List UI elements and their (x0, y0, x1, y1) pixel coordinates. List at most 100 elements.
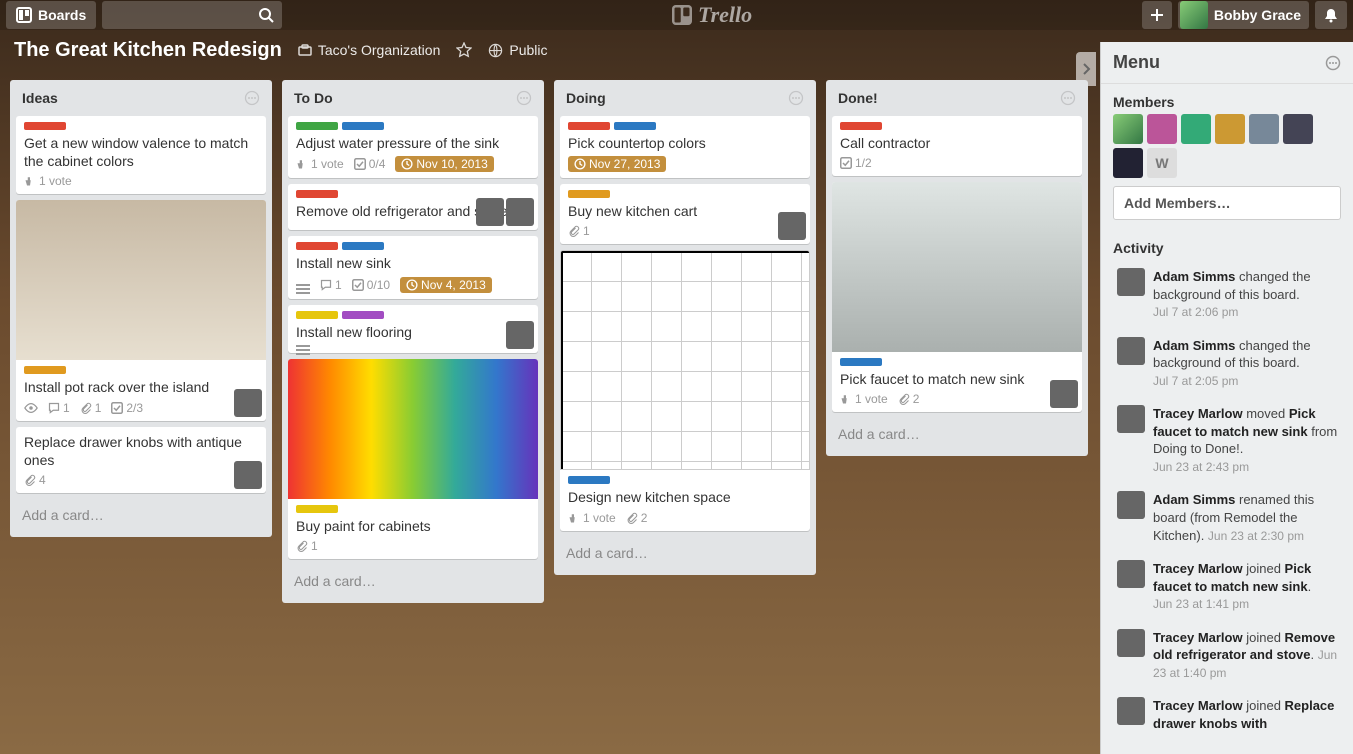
members-heading: Members (1101, 84, 1353, 114)
attachments-badge: 4 (24, 473, 46, 487)
member-avatar[interactable] (1113, 148, 1143, 178)
card[interactable]: Remove old refrigerator and stove (288, 184, 538, 230)
boards-icon (16, 7, 32, 23)
card[interactable]: Pick countertop colors Nov 27, 2013 (560, 116, 810, 178)
search-icon (258, 7, 274, 23)
member-avatar[interactable] (778, 212, 806, 240)
star-icon (456, 42, 472, 58)
activity-avatar (1117, 629, 1145, 657)
org-link[interactable]: Taco's Organization (298, 42, 441, 58)
list-header[interactable]: Doing (560, 86, 810, 110)
board-canvas[interactable]: Ideas Get a new window valence to match t… (0, 80, 1100, 754)
card[interactable]: Buy new kitchen cart 1 (560, 184, 810, 244)
label-red (296, 242, 338, 250)
attachments-badge: 2 (626, 511, 648, 525)
list-menu-icon[interactable] (788, 90, 804, 106)
card-title: Buy paint for cabinets (296, 517, 530, 535)
add-members-button[interactable]: Add Members… (1113, 186, 1341, 220)
card[interactable]: Pick faucet to match new sink 1 vote 2 (832, 182, 1082, 412)
member-avatar[interactable] (476, 198, 504, 226)
boards-button[interactable]: Boards (6, 1, 96, 29)
bell-icon (1323, 7, 1339, 23)
add-card-button[interactable]: Add a card… (832, 418, 1082, 450)
star-button[interactable] (456, 42, 472, 58)
member-avatar-initial[interactable]: W (1147, 148, 1177, 178)
card[interactable]: Get a new window valence to match the ca… (16, 116, 266, 194)
card[interactable]: Install new flooring (288, 305, 538, 353)
card[interactable]: Install new sink 1 0/10 Nov 4, 2013 (288, 236, 538, 298)
card-cover (832, 182, 1082, 352)
menu-header: Menu (1101, 42, 1353, 84)
comments-badge: 1 (320, 278, 342, 292)
list[interactable]: Ideas Get a new window valence to match t… (10, 80, 272, 537)
checklist-badge: 1/2 (840, 156, 872, 170)
card-labels (568, 190, 802, 198)
card[interactable]: Install pot rack over the island 1 1 2/3 (16, 200, 266, 420)
add-card-button[interactable]: Add a card… (560, 537, 810, 569)
list-menu-icon[interactable] (244, 90, 260, 106)
card-badges: 4 (24, 473, 258, 487)
globe-icon (488, 43, 503, 58)
card[interactable]: Buy paint for cabinets 1 (288, 359, 538, 559)
list-menu-icon[interactable] (1060, 90, 1076, 106)
member-avatar[interactable] (1181, 114, 1211, 144)
list-header[interactable]: Done! (832, 86, 1082, 110)
card-title: Install new sink (296, 254, 530, 272)
list-title: Ideas (22, 90, 58, 106)
activity-text: Tracey Marlow joined Pick faucet to matc… (1153, 560, 1345, 613)
member-avatar[interactable] (1050, 380, 1078, 408)
activity-list[interactable]: Adam Simms changed the background of thi… (1101, 260, 1353, 754)
member-avatar[interactable] (1147, 114, 1177, 144)
board-title[interactable]: The Great Kitchen Redesign (14, 39, 282, 62)
list[interactable]: Doing Pick countertop colors Nov 27, 2013… (554, 80, 816, 575)
list-header[interactable]: To Do (288, 86, 538, 110)
card[interactable]: Replace drawer knobs with antique ones 4 (16, 427, 266, 493)
list[interactable]: Done!Call contractor 1/2Pick faucet to m… (826, 80, 1088, 456)
menu-more-icon[interactable] (1325, 55, 1341, 71)
card[interactable]: Design new kitchen space 1 vote 2 (560, 250, 810, 530)
activity-item: Adam Simms changed the background of thi… (1113, 329, 1349, 398)
user-avatar (1180, 1, 1208, 29)
activity-avatar (1117, 405, 1145, 433)
votes-badge: 1 vote (840, 392, 888, 406)
user-menu[interactable]: Bobby Grace (1178, 1, 1309, 29)
activity-avatar (1117, 697, 1145, 725)
label-red (568, 122, 610, 130)
card[interactable]: Call contractor 1/2 (832, 116, 1082, 176)
add-button[interactable] (1142, 1, 1172, 29)
add-card-button[interactable]: Add a card… (288, 565, 538, 597)
member-avatar[interactable] (506, 321, 534, 349)
member-avatar[interactable] (1215, 114, 1245, 144)
member-avatar[interactable] (1249, 114, 1279, 144)
card-title: Install pot rack over the island (24, 378, 258, 396)
activity-text: Adam Simms changed the background of thi… (1153, 337, 1345, 390)
member-avatar[interactable] (234, 389, 262, 417)
description-badge (296, 345, 310, 347)
card-badges: 1 1 2/3 (24, 401, 258, 415)
boards-label: Boards (38, 7, 86, 23)
member-avatar[interactable] (1113, 114, 1143, 144)
activity-text: Tracey Marlow moved Pick faucet to match… (1153, 405, 1345, 475)
search-box[interactable] (102, 1, 282, 29)
member-avatar[interactable] (506, 198, 534, 226)
member-avatar[interactable] (1283, 114, 1313, 144)
label-orange (24, 366, 66, 374)
card-labels (296, 242, 530, 250)
card[interactable]: Adjust water pressure of the sink 1 vote… (288, 116, 538, 178)
list[interactable]: To Do Adjust water pressure of the sink 1… (282, 80, 544, 603)
member-avatar[interactable] (234, 461, 262, 489)
card-badges: 1 vote 2 (840, 392, 1074, 406)
list-header[interactable]: Ideas (16, 86, 266, 110)
notifications-button[interactable] (1315, 1, 1347, 29)
plus-icon (1150, 8, 1164, 22)
card-members (476, 198, 534, 226)
card-labels (296, 311, 530, 319)
card-members (234, 389, 262, 417)
list-menu-icon[interactable] (516, 90, 532, 106)
card-badges: 1 vote 2 (568, 511, 802, 525)
add-card-button[interactable]: Add a card… (16, 499, 266, 531)
app-logo[interactable]: Trello (288, 2, 1136, 28)
card-title: Call contractor (840, 134, 1074, 152)
label-blue (840, 358, 882, 366)
visibility-button[interactable]: Public (488, 42, 547, 58)
